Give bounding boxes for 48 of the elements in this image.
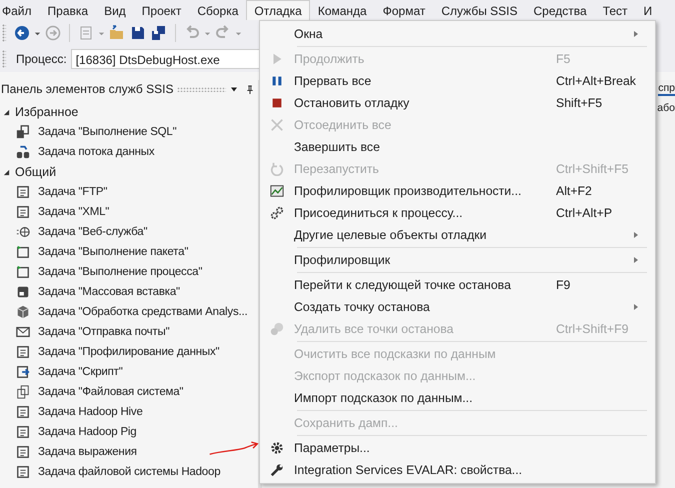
toolbox-item[interactable]: Задача "Файловая система": [38, 386, 184, 398]
menu-entry[interactable]: Профилировщик: [260, 249, 655, 271]
document-text: або: [657, 102, 675, 114]
panel-title: Панель элементов служб SSIS: [1, 82, 174, 96]
menu-entry[interactable]: Присоединиться к процессу... Ctrl+Alt+P: [260, 202, 655, 224]
menu-item[interactable]: Средства: [526, 0, 595, 20]
menu-item[interactable]: Сборка: [189, 0, 246, 20]
group-label[interactable]: Избранное: [15, 105, 78, 119]
menu-item[interactable]: Тест: [594, 0, 636, 20]
toolbox-item[interactable]: Задача Hadoop Pig: [38, 426, 136, 438]
menu-entry[interactable]: Остановить отладку Shift+F5: [260, 92, 655, 114]
menu-entry[interactable]: Создать точку останова: [260, 296, 655, 318]
toolbox-item[interactable]: Задача "Выполнение SQL": [38, 126, 176, 138]
menu-entry[interactable]: Окна: [260, 23, 655, 45]
menu-entry[interactable]: Завершить все: [260, 136, 655, 158]
toolbox-item[interactable]: Задача "FTP": [38, 186, 108, 198]
menu-item[interactable]: Проект: [134, 0, 190, 20]
toolbox-item[interactable]: Задача "Обработка средствами Analys...: [38, 306, 248, 318]
menu-entry[interactable]: Перейти к следующей точке останова F9: [260, 274, 655, 296]
toolbox-item[interactable]: Задача "Массовая вставка": [38, 286, 180, 298]
menu-entry[interactable]: Импорт подсказок по данным...: [260, 387, 655, 409]
toolbox-item[interactable]: Задача "Выполнение процесса": [38, 266, 202, 278]
group-label[interactable]: Общий: [15, 165, 56, 179]
process-label: Процесс:: [16, 52, 67, 66]
menu-item[interactable]: И: [636, 0, 660, 20]
menu-item[interactable]: Команда: [310, 0, 375, 20]
toolbox-item[interactable]: Задача потока данных: [38, 146, 154, 158]
toolbox-item[interactable]: Задача Hadoop Hive: [38, 406, 143, 418]
toolbox-item[interactable]: Задача выражения: [38, 446, 137, 458]
menu-item[interactable]: Файл: [0, 0, 40, 20]
toolbox-item[interactable]: Задача "Отправка почты": [38, 326, 170, 338]
toolbox-item[interactable]: Задача "Веб-служба": [38, 226, 148, 238]
toolbox-item[interactable]: Задача "Профилирование данных": [38, 346, 220, 358]
toolbox-item[interactable]: Задача "Скрипт": [38, 366, 123, 378]
menu-entry[interactable]: Integration Services EVALAR: свойства...: [260, 459, 655, 481]
menu-entry[interactable]: Профилировщик производительности... Alt+F2: [260, 180, 655, 202]
menu-entry[interactable]: Другие целевые объекты отладки: [260, 224, 655, 246]
document-tab[interactable]: спр: [658, 82, 675, 96]
menu-item[interactable]: Вид: [96, 0, 134, 20]
toolbox-item[interactable]: Задача "Выполнение пакета": [38, 246, 188, 258]
menu-item[interactable]: Отладка: [246, 0, 310, 20]
menu-item[interactable]: Службы SSIS: [433, 0, 526, 20]
menu-entry[interactable]: Параметры...: [260, 437, 655, 459]
menu-item[interactable]: Формат: [374, 0, 434, 20]
menu-entry[interactable]: Прервать все Ctrl+Alt+Break: [260, 70, 655, 92]
toolbox-item[interactable]: Задача "XML": [38, 206, 110, 218]
toolbox-item[interactable]: Задача файловой системы Hadoop: [38, 466, 220, 478]
menu-item[interactable]: Правка: [40, 0, 96, 20]
